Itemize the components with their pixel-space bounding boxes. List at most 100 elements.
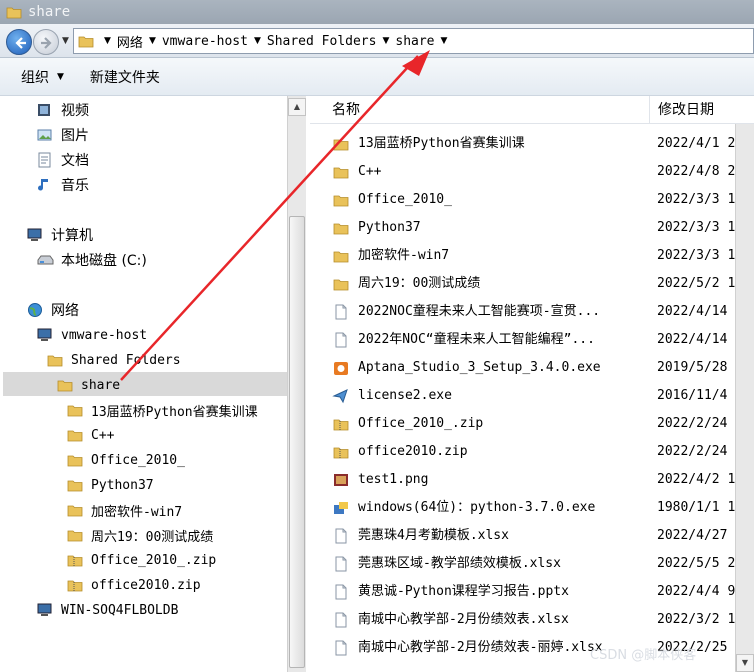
- file-row[interactable]: 加密软件-win7 2022/3/3 10:: [310, 242, 754, 270]
- nav-item-documents[interactable]: 文档: [36, 148, 89, 172]
- recent-pages-dropdown-icon[interactable]: ▼: [62, 36, 69, 46]
- nav-item-folder[interactable]: C++: [66, 423, 114, 447]
- file-name: 黄思诚-Python课程学习报告.pptx: [358, 584, 569, 599]
- file-row[interactable]: 2022NOC童程未来人工智能赛项-宣贯... 2022/4/14 10: [310, 298, 754, 326]
- nav-scrollbar[interactable]: ▲: [287, 96, 306, 672]
- nav-item-label: 本地磁盘 (C:): [61, 253, 147, 269]
- scroll-up-icon[interactable]: ▲: [288, 98, 306, 116]
- nav-item-label: 图片: [61, 128, 89, 144]
- folder-icon: [78, 36, 94, 48]
- installer-icon: [334, 362, 348, 375]
- nav-item-music[interactable]: 音乐: [36, 173, 89, 197]
- file-name: 莞惠珠4月考勤模板.xlsx: [358, 528, 509, 543]
- chevron-down-icon[interactable]: ▼: [149, 36, 156, 46]
- nav-item-zip[interactable]: office2010.zip: [66, 573, 201, 597]
- nav-item-label: Office_2010_: [91, 452, 185, 468]
- breadcrumb-network[interactable]: 网络: [117, 32, 143, 51]
- nav-item-label: Shared Folders: [71, 352, 181, 368]
- nav-selection-highlight: [3, 372, 287, 396]
- file-row[interactable]: 黄思诚-Python课程学习报告.pptx 2022/4/4 9:0: [310, 578, 754, 606]
- file-name: Office_2010_: [358, 192, 452, 207]
- file-row[interactable]: Office_2010_.zip 2022/2/24 16: [310, 410, 754, 438]
- file-row[interactable]: Python37 2022/3/3 10:: [310, 214, 754, 242]
- nav-item-folder[interactable]: 加密软件-win7: [66, 498, 182, 522]
- new-folder-label: 新建文件夹: [89, 69, 160, 86]
- folder-icon: [333, 223, 349, 235]
- chevron-down-icon[interactable]: ▼: [441, 36, 448, 46]
- folder-icon: [57, 380, 73, 392]
- chevron-down-icon[interactable]: ▼: [254, 36, 261, 46]
- pictures-icon: [37, 129, 52, 141]
- forward-button[interactable]: [33, 29, 59, 55]
- folder-icon: [333, 251, 349, 263]
- breadcrumb-shared-folders[interactable]: Shared Folders: [267, 34, 377, 49]
- nav-item-computer[interactable]: 计算机: [26, 223, 93, 247]
- file-row[interactable]: 莞惠珠区域-教学部绩效模板.xlsx 2022/5/5 21:: [310, 550, 754, 578]
- zip-folder-icon: [67, 555, 83, 567]
- folder-icon: [333, 139, 349, 151]
- column-header-date[interactable]: 修改日期: [650, 96, 754, 124]
- navigation-pane: 视频 图片 文档 音乐 计算机 本地磁盘 (C:) 网络 vmware-host…: [0, 96, 287, 672]
- file-row[interactable]: 南城中心教学部-2月份绩效表.xlsx 2022/3/2 18:: [310, 606, 754, 634]
- folder-icon: [47, 355, 63, 367]
- file-row[interactable]: Aptana_Studio_3_Setup_3.4.0.exe 2019/5/28…: [310, 354, 754, 382]
- back-button[interactable]: [6, 29, 32, 55]
- file-row[interactable]: license2.exe 2016/11/4 14: [310, 382, 754, 410]
- nav-item-folder[interactable]: 13届蓝桥Python省赛集训课: [66, 398, 258, 422]
- nav-item-label: vmware-host: [61, 327, 148, 343]
- file-name: 周六19：00测试成绩: [358, 276, 481, 291]
- breadcrumb-vmware-host[interactable]: vmware-host: [162, 34, 248, 49]
- drive-icon: [37, 255, 54, 265]
- file-row[interactable]: 莞惠珠4月考勤模板.xlsx 2022/4/27 15: [310, 522, 754, 550]
- setup-icon: [334, 502, 348, 514]
- address-field[interactable]: ▼ 网络 ▼ vmware-host ▼ Shared Folders ▼ sh…: [73, 28, 754, 54]
- file-name: Office_2010_.zip: [358, 416, 484, 431]
- file-row[interactable]: 13届蓝桥Python省赛集训课 2022/4/1 20:: [310, 130, 754, 158]
- breadcrumb-share[interactable]: share: [395, 34, 434, 49]
- back-arrow-icon: [15, 37, 26, 49]
- scroll-down-icon[interactable]: ▼: [736, 654, 754, 672]
- nav-item-label: 音乐: [61, 178, 89, 194]
- file-row[interactable]: Office_2010_ 2022/3/3 10:: [310, 186, 754, 214]
- nav-item-share[interactable]: share: [56, 373, 120, 397]
- scroll-thumb[interactable]: [289, 216, 305, 668]
- nav-item-videos[interactable]: 视频: [36, 98, 89, 122]
- nav-item-zip[interactable]: Office_2010_.zip: [66, 548, 216, 572]
- video-icon: [38, 104, 50, 116]
- nav-item-network[interactable]: 网络: [26, 298, 79, 322]
- file-row[interactable]: 周六19：00测试成绩 2022/5/2 17:: [310, 270, 754, 298]
- file-name: C++: [358, 164, 382, 179]
- file-row[interactable]: test1.png 2022/4/2 13:: [310, 466, 754, 494]
- document-icon: [335, 640, 347, 656]
- file-row[interactable]: windows(64位)：python-3.7.0.exe 1980/1/1 16…: [310, 494, 754, 522]
- nav-item-label: 加密软件-win7: [91, 504, 183, 520]
- filelist-scrollbar[interactable]: ▼: [735, 124, 754, 672]
- file-row[interactable]: 2022年NOC“童程未来人工智能编程”... 2022/4/14 10: [310, 326, 754, 354]
- folder-icon: [67, 530, 83, 542]
- nav-item-win-computer[interactable]: WIN-SOQ4FLBOLDB: [36, 598, 178, 622]
- new-folder-button[interactable]: 新建文件夹: [82, 67, 168, 87]
- nav-item-folder[interactable]: 周六19：00测试成绩: [66, 523, 213, 547]
- command-bar: 组织 ▼ 新建文件夹: [0, 58, 754, 96]
- file-name: 莞惠珠区域-教学部绩效模板.xlsx: [358, 556, 561, 571]
- nav-item-label: 视频: [61, 103, 89, 119]
- file-row[interactable]: C++ 2022/4/8 23:: [310, 158, 754, 186]
- nav-item-vmware-host[interactable]: vmware-host: [36, 323, 147, 347]
- file-name: office2010.zip: [358, 444, 468, 459]
- organize-button[interactable]: 组织 ▼: [13, 67, 72, 87]
- nav-item-local-disk[interactable]: 本地磁盘 (C:): [36, 248, 147, 272]
- zip-folder-icon: [333, 447, 349, 459]
- file-name: test1.png: [358, 472, 429, 487]
- nav-item-pictures[interactable]: 图片: [36, 123, 89, 147]
- chevron-down-icon[interactable]: ▼: [104, 36, 111, 46]
- file-name: 加密软件-win7: [358, 248, 450, 263]
- folder-icon: [6, 7, 22, 19]
- column-header-name[interactable]: 名称: [310, 96, 650, 124]
- chevron-down-icon[interactable]: ▼: [382, 36, 389, 46]
- nav-item-folder[interactable]: Python37: [66, 473, 154, 497]
- file-name: windows(64位)：python-3.7.0.exe: [358, 500, 596, 515]
- nav-item-folder[interactable]: Office_2010_: [66, 448, 185, 472]
- nav-item-shared-folders[interactable]: Shared Folders: [46, 348, 181, 372]
- file-row[interactable]: office2010.zip 2022/2/24 16: [310, 438, 754, 466]
- file-name: Aptana_Studio_3_Setup_3.4.0.exe: [358, 360, 601, 375]
